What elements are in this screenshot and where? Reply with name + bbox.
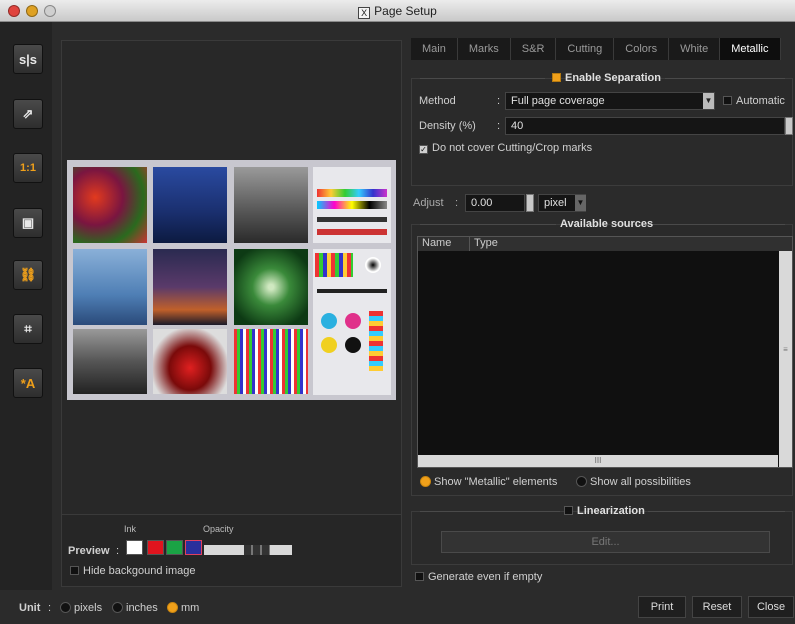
hide-background-checkbox[interactable] [70,566,79,575]
actual-size-button[interactable]: 1:1 [13,153,43,183]
fit-selection-icon: ⌗ [24,321,32,336]
show-metallic-option[interactable]: Show "Metallic" elements [420,476,557,488]
unit-label: Unit [19,602,41,614]
adjust-input[interactable]: 0.00 [465,194,525,212]
motorcycle-image [153,329,227,394]
mirror-icon: s|s [18,51,38,67]
close-button[interactable]: Close [748,596,794,618]
fit-page-icon: ▣ [21,215,35,230]
method-dropdown-icon[interactable]: ▼ [703,93,714,109]
auto-text-button[interactable]: *A [13,368,43,398]
flower-image [234,249,308,325]
link-button[interactable]: ⛓ [13,260,43,290]
export-icon: ⇗ [22,106,34,121]
unit-mm-radio[interactable] [167,602,178,613]
tab-cutting[interactable]: Cutting [556,38,615,60]
link-icon: ⛓ [19,267,37,282]
edit-linearization-button[interactable]: Edit... [441,531,770,553]
preview-sheet [67,160,396,400]
sources-title: Available sources [560,218,654,230]
fit-page-button[interactable]: ▣ [13,208,43,238]
method-label: Method [419,95,456,107]
ink-swatch-white[interactable] [126,540,143,555]
opacity-bar-end[interactable] [270,545,292,555]
preview-label: Preview [68,545,110,557]
unit-pixels-option[interactable]: pixels [60,602,102,614]
tab-marks[interactable]: Marks [457,38,511,60]
adjust-unit-dropdown-icon[interactable]: ▼ [575,195,586,211]
tab-s-and-r[interactable]: S&R [510,38,557,60]
scroll-grip-icon: III [594,456,602,465]
automatic-option[interactable]: Automatic [723,95,785,107]
opacity-bar-dark[interactable] [244,545,270,555]
reset-button[interactable]: Reset [692,596,742,618]
grey-landscape-image [234,167,308,243]
ink-label: Ink [124,524,137,534]
no-cover-marks-option[interactable]: ✓ Do not cover Cutting/Crop marks [419,142,592,154]
adjust-label: Adjust [413,197,444,209]
export-tool-button[interactable]: ⇗ [13,99,43,129]
opacity-bar-light[interactable] [204,545,244,555]
city-night-image [153,249,227,325]
unit-pixels-radio[interactable] [60,602,71,613]
auto-text-icon: *A [20,375,36,391]
app-icon: X [358,7,371,19]
unit-inches-radio[interactable] [112,602,123,613]
column-name[interactable]: Name [418,237,470,251]
linearization-option[interactable]: Linearization [564,505,645,517]
unit-inches-option[interactable]: inches [112,602,158,614]
generate-empty-checkbox[interactable] [415,572,424,581]
column-type[interactable]: Type [470,237,498,251]
density-input[interactable]: 40 [505,117,785,135]
show-all-option[interactable]: Show all possibilities [576,476,691,488]
actual-size-icon: 1:1 [20,162,36,174]
show-all-radio[interactable] [576,476,587,487]
no-cover-marks-checkbox[interactable]: ✓ [419,145,428,154]
print-button[interactable]: Print [638,596,686,618]
tab-white[interactable]: White [669,38,721,60]
sources-list[interactable] [417,236,793,468]
vertical-scrollbar[interactable]: ≡ [779,251,792,467]
tab-colors[interactable]: Colors [614,38,670,60]
ink-swatch-green[interactable] [166,540,183,555]
enable-separation-option[interactable]: Enable Separation [552,72,661,84]
method-select[interactable]: Full page coverage [505,92,715,110]
sources-list-header: Name Type [418,237,792,251]
linearization-checkbox[interactable] [564,506,573,515]
mirror-tool-button[interactable]: s|s [13,44,43,74]
bw-street-image [73,329,147,394]
color-bars-image [234,329,308,394]
unit-mm-option[interactable]: mm [167,602,199,614]
tab-main[interactable]: Main [411,38,458,60]
peppers-image [73,167,147,243]
night-sky-image [153,167,227,243]
ice-image [73,249,147,325]
horizontal-scrollbar[interactable]: III [418,455,778,467]
generate-empty-option[interactable]: Generate even if empty [415,571,542,583]
show-metallic-radio[interactable] [420,476,431,487]
automatic-checkbox[interactable] [723,96,732,105]
adjust-stepper[interactable] [526,194,534,212]
ink-swatch-blue[interactable] [185,540,202,555]
hide-background-option[interactable]: Hide backgound image [70,565,196,577]
density-label: Density (%) [419,120,476,132]
tab-bar: Main Marks S&R Cutting Colors White Meta… [411,38,781,60]
enable-separation-checkbox[interactable] [552,73,561,82]
color-target-1 [313,167,391,243]
color-target-3 [313,305,391,395]
window-title: X Page Setup [0,4,795,19]
density-stepper[interactable] [785,117,793,135]
ink-swatch-red[interactable] [147,540,164,555]
tab-metallic[interactable]: Metallic [720,38,781,60]
opacity-label: Opacity [203,524,234,534]
fit-selection-button[interactable]: ⌗ [13,314,43,344]
